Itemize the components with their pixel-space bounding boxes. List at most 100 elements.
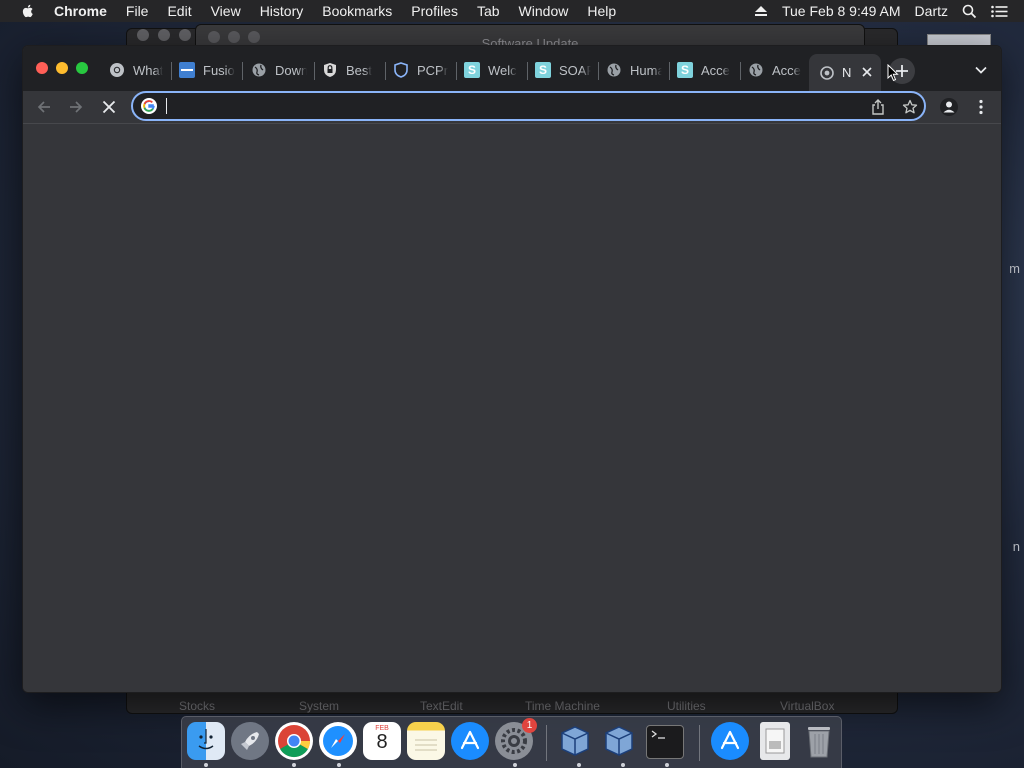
s-icon: S xyxy=(535,62,551,78)
tab-label: What xyxy=(133,62,163,78)
terminal-prompt-icon xyxy=(651,730,665,739)
browser-toolbar xyxy=(23,91,1001,123)
window-maximize-button[interactable] xyxy=(76,62,88,74)
tab-close-icon[interactable] xyxy=(858,63,876,81)
dock-safari[interactable] xyxy=(319,722,357,760)
dock-terminal[interactable] xyxy=(646,725,684,759)
vmware-icon xyxy=(179,62,195,78)
tab-separator xyxy=(314,62,315,80)
dock-app-store[interactable] xyxy=(451,722,489,760)
address-input[interactable] xyxy=(163,96,843,116)
dock-preview-document[interactable] xyxy=(760,722,790,760)
bookmark-star-button[interactable] xyxy=(900,97,920,117)
menu-view[interactable]: View xyxy=(211,3,241,19)
tab-soap[interactable]: S SOAP xyxy=(535,59,591,81)
tab-human[interactable]: Huma xyxy=(606,59,662,81)
menu-history[interactable]: History xyxy=(260,3,304,19)
menu-app-name[interactable]: Chrome xyxy=(54,3,107,19)
menu-profiles[interactable]: Profiles xyxy=(411,3,458,19)
tab-access[interactable]: S Acce xyxy=(677,59,733,81)
finder-label-system[interactable]: System xyxy=(299,699,339,713)
dock-trash[interactable] xyxy=(800,722,838,760)
tab-whatsapp[interactable]: What xyxy=(109,59,163,81)
menu-edit[interactable]: Edit xyxy=(167,3,191,19)
document-icon xyxy=(765,728,785,754)
text-caret xyxy=(166,98,167,114)
tab-fusion[interactable]: Fusio xyxy=(179,59,235,81)
tab-best[interactable]: Best xyxy=(322,59,376,81)
app-store-icon xyxy=(720,730,740,750)
s-icon: S xyxy=(677,62,693,78)
tab-pcprotect[interactable]: PCPr xyxy=(393,59,449,81)
share-button[interactable] xyxy=(868,97,888,117)
person-icon xyxy=(940,98,958,116)
google-icon xyxy=(141,98,157,114)
dock-finder[interactable] xyxy=(187,722,225,760)
eject-icon[interactable] xyxy=(754,5,768,17)
chrome-icon xyxy=(819,65,835,81)
profile-button[interactable] xyxy=(937,95,961,119)
menu-window[interactable]: Window xyxy=(519,3,569,19)
shield-lock-icon xyxy=(322,62,338,78)
menu-bookmarks[interactable]: Bookmarks xyxy=(322,3,392,19)
window-close-button[interactable] xyxy=(36,62,48,74)
rocket-icon xyxy=(241,732,259,750)
dock-virtualbox-vm[interactable] xyxy=(600,722,638,760)
back-button[interactable] xyxy=(32,95,56,119)
address-bar[interactable] xyxy=(131,91,926,121)
tab-label: SOAP xyxy=(559,62,591,78)
forward-button[interactable] xyxy=(64,95,88,119)
spotlight-search-icon[interactable] xyxy=(962,4,977,19)
menu-file[interactable]: File xyxy=(126,3,149,19)
running-indicator xyxy=(513,763,517,767)
tab-new-tab-active[interactable]: N xyxy=(809,54,881,91)
dock-launchpad[interactable] xyxy=(231,722,269,760)
tab-strip: What Fusio Down Best PCPr S Welc S SOA H… xyxy=(23,46,1001,91)
finder-label-time-machine[interactable]: Time Machine xyxy=(525,699,600,713)
finder-label-stocks[interactable]: Stocks xyxy=(179,699,215,713)
notes-icon xyxy=(415,739,437,751)
menubar-clock[interactable]: Tue Feb 8 9:49 AM xyxy=(782,3,901,19)
share-icon xyxy=(872,99,884,115)
dock-chrome[interactable] xyxy=(275,722,313,760)
running-indicator xyxy=(577,763,581,767)
desktop-icon-label: n xyxy=(1012,539,1020,554)
finder-label-textedit[interactable]: TextEdit xyxy=(420,699,463,713)
tab-download[interactable]: Down xyxy=(251,59,307,81)
finder-label-virtualbox[interactable]: VirtualBox xyxy=(780,699,834,713)
virtualbox-icon xyxy=(561,726,589,756)
desktop-icon-label: m xyxy=(1009,261,1020,276)
arrow-left-icon xyxy=(37,101,50,113)
window-minimize-button[interactable] xyxy=(56,62,68,74)
finder-label-utilities[interactable]: Utilities xyxy=(667,699,706,713)
tab-label: Down xyxy=(275,62,307,78)
notification-center-icon[interactable] xyxy=(991,5,1008,18)
chrome-menu-button[interactable] xyxy=(971,95,991,119)
apple-menu-icon[interactable] xyxy=(20,3,36,19)
app-store-icon xyxy=(460,730,480,750)
dock-notes[interactable] xyxy=(407,722,445,760)
mouse-cursor-icon xyxy=(887,64,899,82)
dock-system-preferences[interactable]: 1 xyxy=(495,718,537,760)
tab-separator xyxy=(385,62,386,80)
tab-label: Welc xyxy=(488,62,517,78)
tab-separator xyxy=(598,62,599,80)
tab-welcome[interactable]: S Welc xyxy=(464,59,520,81)
tab-separator xyxy=(171,62,172,80)
stop-loading-button[interactable] xyxy=(97,95,121,119)
chrome-icon xyxy=(278,725,311,758)
dock-virtualbox[interactable] xyxy=(556,722,594,760)
dock-app-store-download[interactable] xyxy=(711,722,749,760)
menu-help[interactable]: Help xyxy=(587,3,616,19)
menu-bar: Chrome File Edit View History Bookmarks … xyxy=(0,0,1024,22)
tab-label: Acce xyxy=(772,62,801,78)
page-content-area[interactable] xyxy=(23,124,1001,692)
running-indicator xyxy=(665,763,669,767)
menubar-user[interactable]: Dartz xyxy=(915,3,948,19)
tab-access-2[interactable]: Acce xyxy=(748,59,804,81)
tab-search-button[interactable] xyxy=(971,60,991,80)
tab-label: N xyxy=(842,65,852,80)
dock-calendar[interactable]: FEB 8 xyxy=(363,722,401,760)
dock: FEB 8 1 xyxy=(181,716,842,768)
menu-tab[interactable]: Tab xyxy=(477,3,500,19)
